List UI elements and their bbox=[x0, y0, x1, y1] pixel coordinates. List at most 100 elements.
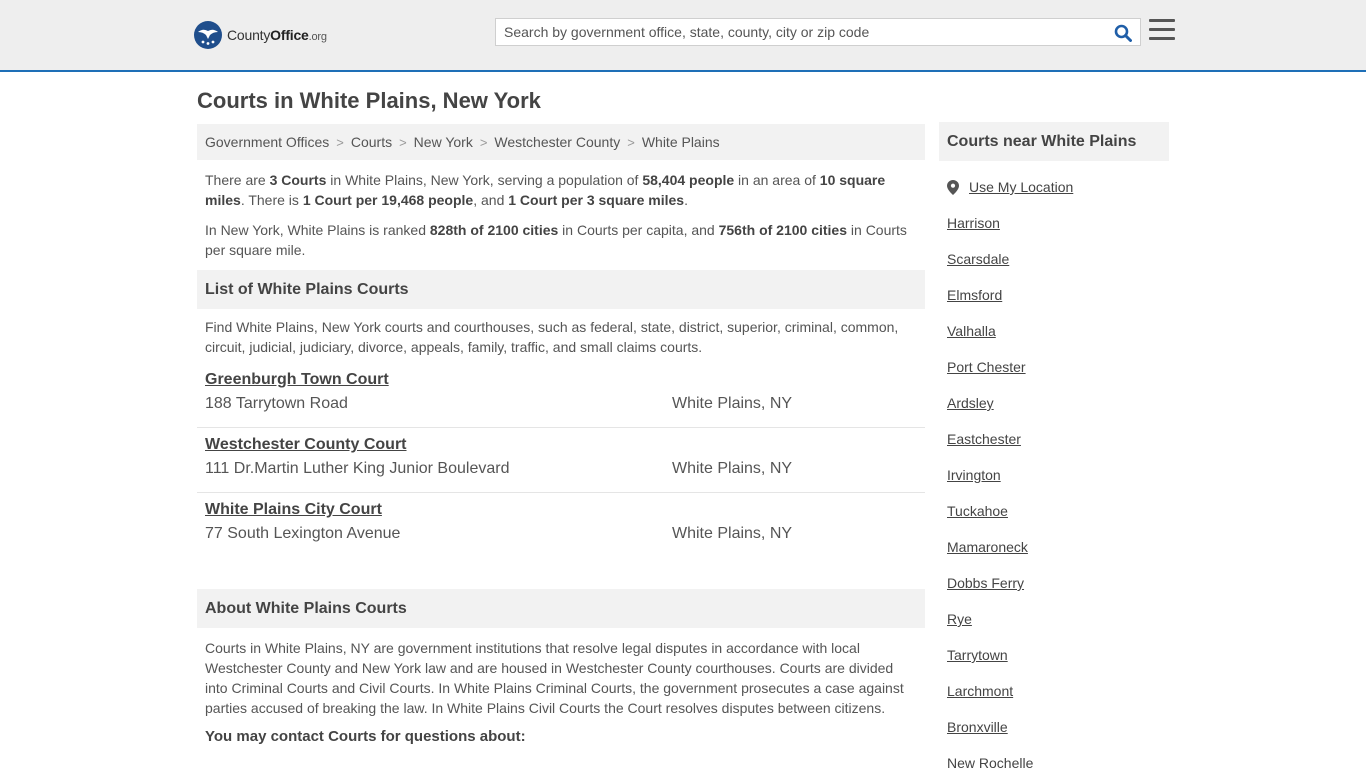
list-item: Tarrytown bbox=[947, 647, 1033, 683]
courts-per-area: 1 Court per 3 square miles bbox=[508, 192, 685, 208]
sidebar: Courts near White Plains Use My Location… bbox=[939, 122, 1169, 768]
court-address: 111 Dr.Martin Luther King Junior Bouleva… bbox=[205, 460, 510, 477]
site-logo[interactable]: CountyOffice.org bbox=[194, 21, 327, 49]
use-my-location-link[interactable]: Use My Location bbox=[969, 179, 1073, 195]
intro-text-part: in Courts per capita, and bbox=[558, 222, 719, 238]
breadcrumb: Government Offices > Courts > New York >… bbox=[197, 124, 925, 160]
list-item: Elmsford bbox=[947, 287, 1033, 323]
city-link-bronxville[interactable]: Bronxville bbox=[947, 719, 1008, 735]
chevron-right-icon: > bbox=[399, 134, 407, 150]
breadcrumb-government-offices[interactable]: Government Offices bbox=[205, 134, 329, 150]
search-bar bbox=[495, 18, 1141, 46]
list-section-heading: List of White Plains Courts bbox=[197, 270, 925, 309]
site-header: CountyOffice.org bbox=[0, 0, 1366, 72]
chevron-right-icon: > bbox=[627, 134, 635, 150]
intro-text: There are 3 Courts in White Plains, New … bbox=[197, 160, 925, 260]
court-city: White Plains, NY bbox=[672, 525, 793, 542]
breadcrumb-white-plains: White Plains bbox=[641, 134, 720, 150]
court-city: White Plains, NY bbox=[672, 395, 793, 412]
city-link-mamaroneck[interactable]: Mamaroneck bbox=[947, 539, 1028, 555]
nearby-cities-list: Harrison Scarsdale Elmsford Valhalla Por… bbox=[947, 215, 1033, 768]
rank-per-capita: 828th of 2100 cities bbox=[429, 222, 559, 238]
hamburger-menu-icon[interactable] bbox=[1149, 19, 1175, 43]
breadcrumb-new-york[interactable]: New York bbox=[414, 134, 473, 150]
court-address: 77 South Lexington Avenue bbox=[205, 525, 401, 542]
intro-text-part: in White Plains, New York, serving a pop… bbox=[326, 172, 643, 188]
list-item: Rye bbox=[947, 611, 1033, 647]
list-item: Mamaroneck bbox=[947, 539, 1033, 575]
menu-bar bbox=[1149, 28, 1175, 31]
city-link-rye[interactable]: Rye bbox=[947, 611, 972, 627]
intro-text-part: In New York, White Plains is ranked bbox=[205, 222, 430, 238]
city-link-tarrytown[interactable]: Tarrytown bbox=[947, 647, 1008, 663]
city-link-eastchester[interactable]: Eastchester bbox=[947, 431, 1021, 447]
city-link-ardsley[interactable]: Ardsley bbox=[947, 395, 994, 411]
list-item: Tuckahoe bbox=[947, 503, 1033, 539]
intro-text-part: in an area of bbox=[734, 172, 820, 188]
use-location: Use My Location bbox=[947, 179, 1073, 195]
logo-text-office: Office bbox=[270, 27, 309, 43]
city-link-tuckahoe[interactable]: Tuckahoe bbox=[947, 503, 1008, 519]
list-item: Ardsley bbox=[947, 395, 1033, 431]
court-address: 188 Tarrytown Road bbox=[205, 395, 348, 412]
court-name-link[interactable]: White Plains City Court bbox=[205, 501, 382, 519]
logo-text-org: .org bbox=[308, 31, 327, 43]
breadcrumb-westchester-county[interactable]: Westchester County bbox=[494, 134, 620, 150]
city-link-larchmont[interactable]: Larchmont bbox=[947, 683, 1013, 699]
court-item: Westchester County Court 111 Dr.Martin L… bbox=[197, 428, 925, 493]
eagle-stars-logo-icon bbox=[194, 21, 222, 49]
list-item: Scarsdale bbox=[947, 251, 1033, 287]
list-item: Valhalla bbox=[947, 323, 1033, 359]
chevron-right-icon: > bbox=[336, 134, 344, 150]
city-link-valhalla[interactable]: Valhalla bbox=[947, 323, 996, 339]
intro-ranking: In New York, White Plains is ranked 828t… bbox=[205, 220, 917, 260]
list-item: Dobbs Ferry bbox=[947, 575, 1033, 611]
list-item: Eastchester bbox=[947, 431, 1033, 467]
intro-text-part: . There is bbox=[240, 192, 303, 208]
city-link-scarsdale[interactable]: Scarsdale bbox=[947, 251, 1009, 267]
intro-text-part: There are bbox=[205, 172, 270, 188]
about-section-text: Courts in White Plains, NY are governmen… bbox=[205, 640, 904, 716]
list-item: New Rochelle bbox=[947, 755, 1033, 768]
list-item: Port Chester bbox=[947, 359, 1033, 395]
list-section-description: Find White Plains, New York courts and c… bbox=[205, 319, 899, 355]
city-link-irvington[interactable]: Irvington bbox=[947, 467, 1001, 483]
city-link-elmsford[interactable]: Elmsford bbox=[947, 287, 1002, 303]
intro-text-part: , and bbox=[473, 192, 509, 208]
main-content: Government Offices > Courts > New York >… bbox=[197, 124, 925, 745]
chevron-right-icon: > bbox=[479, 134, 488, 150]
about-section-heading: About White Plains Courts bbox=[197, 589, 925, 628]
list-item: Larchmont bbox=[947, 683, 1033, 719]
page-title: Courts in White Plains, New York bbox=[197, 88, 541, 113]
court-name-link[interactable]: Westchester County Court bbox=[205, 436, 407, 454]
city-link-dobbs-ferry[interactable]: Dobbs Ferry bbox=[947, 575, 1024, 591]
courts-per-people: 1 Court per 19,468 people bbox=[302, 192, 474, 208]
search-icon bbox=[1114, 24, 1132, 42]
contact-heading: You may contact Courts for questions abo… bbox=[205, 728, 526, 745]
list-item: Harrison bbox=[947, 215, 1033, 251]
city-link-port-chester[interactable]: Port Chester bbox=[947, 359, 1026, 375]
sidebar-heading: Courts near White Plains bbox=[939, 122, 1169, 161]
search-button[interactable] bbox=[1112, 22, 1134, 44]
court-item: Greenburgh Town Court 188 Tarrytown Road… bbox=[197, 363, 925, 428]
map-pin-icon bbox=[947, 179, 959, 195]
rank-per-square-mile: 756th of 2100 cities bbox=[718, 222, 848, 238]
breadcrumb-courts[interactable]: Courts bbox=[351, 134, 392, 150]
list-item: Irvington bbox=[947, 467, 1033, 503]
court-count: 3 Courts bbox=[269, 172, 327, 188]
city-link-harrison[interactable]: Harrison bbox=[947, 215, 1000, 231]
population: 58,404 people bbox=[642, 172, 735, 188]
menu-bar bbox=[1149, 19, 1175, 22]
court-name-link[interactable]: Greenburgh Town Court bbox=[205, 371, 389, 389]
search-input[interactable] bbox=[496, 19, 1106, 45]
logo-wordmark: CountyOffice.org bbox=[227, 27, 327, 43]
logo-text-county: County bbox=[227, 27, 271, 43]
list-item: Bronxville bbox=[947, 719, 1033, 755]
intro-stats: There are 3 Courts in White Plains, New … bbox=[205, 170, 917, 210]
court-list: Greenburgh Town Court 188 Tarrytown Road… bbox=[197, 363, 925, 558]
intro-text-part: . bbox=[684, 192, 688, 208]
city-link-new-rochelle[interactable]: New Rochelle bbox=[947, 755, 1033, 768]
court-item: White Plains City Court 77 South Lexingt… bbox=[197, 493, 925, 558]
court-city: White Plains, NY bbox=[672, 460, 793, 477]
menu-bar bbox=[1149, 37, 1175, 40]
